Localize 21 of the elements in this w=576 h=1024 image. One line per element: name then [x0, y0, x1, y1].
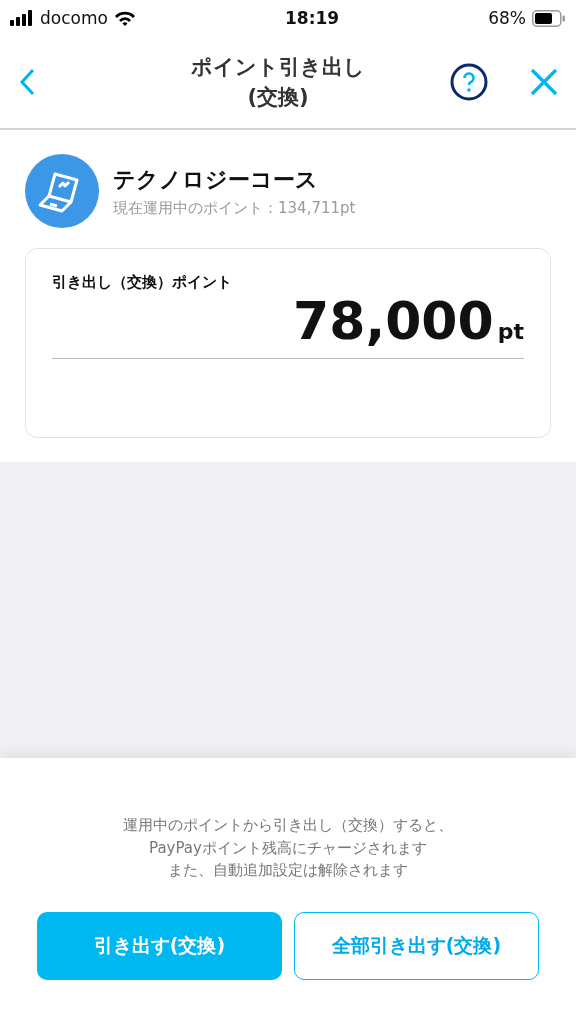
- battery-icon: [532, 9, 566, 27]
- withdraw-button[interactable]: 引き出す(交換): [37, 911, 282, 980]
- page-title: ポイント引き出し (交換): [191, 53, 365, 111]
- wifi-icon: [113, 10, 136, 26]
- laptop-icon: [25, 154, 99, 228]
- status-time: 18:19: [285, 8, 340, 28]
- notice-line: PayPayポイント残高にチャージされます: [148, 837, 428, 859]
- amount-field[interactable]: 78,000: [293, 292, 494, 352]
- field-label: 引き出し（交換）ポイント: [52, 273, 233, 292]
- notice-line: また、自動追加設定は解除されます: [167, 860, 409, 881]
- back-icon[interactable]: [18, 67, 36, 97]
- help-icon[interactable]: [450, 63, 488, 101]
- carrier-name: docomo: [40, 8, 108, 28]
- battery-percent: 68%: [488, 8, 526, 28]
- withdraw-all-button[interactable]: 全部引き出す(交換): [294, 911, 539, 980]
- course-name: テクノロジーコース: [113, 165, 319, 194]
- signal-icon: [10, 10, 34, 26]
- close-icon[interactable]: [530, 68, 558, 96]
- unit-label: pt: [497, 319, 524, 344]
- notice-line: 運用中のポイントから引き出し（交換）すると、: [123, 815, 453, 836]
- current-points: 現在運用中のポイント：134,711pt: [113, 198, 356, 218]
